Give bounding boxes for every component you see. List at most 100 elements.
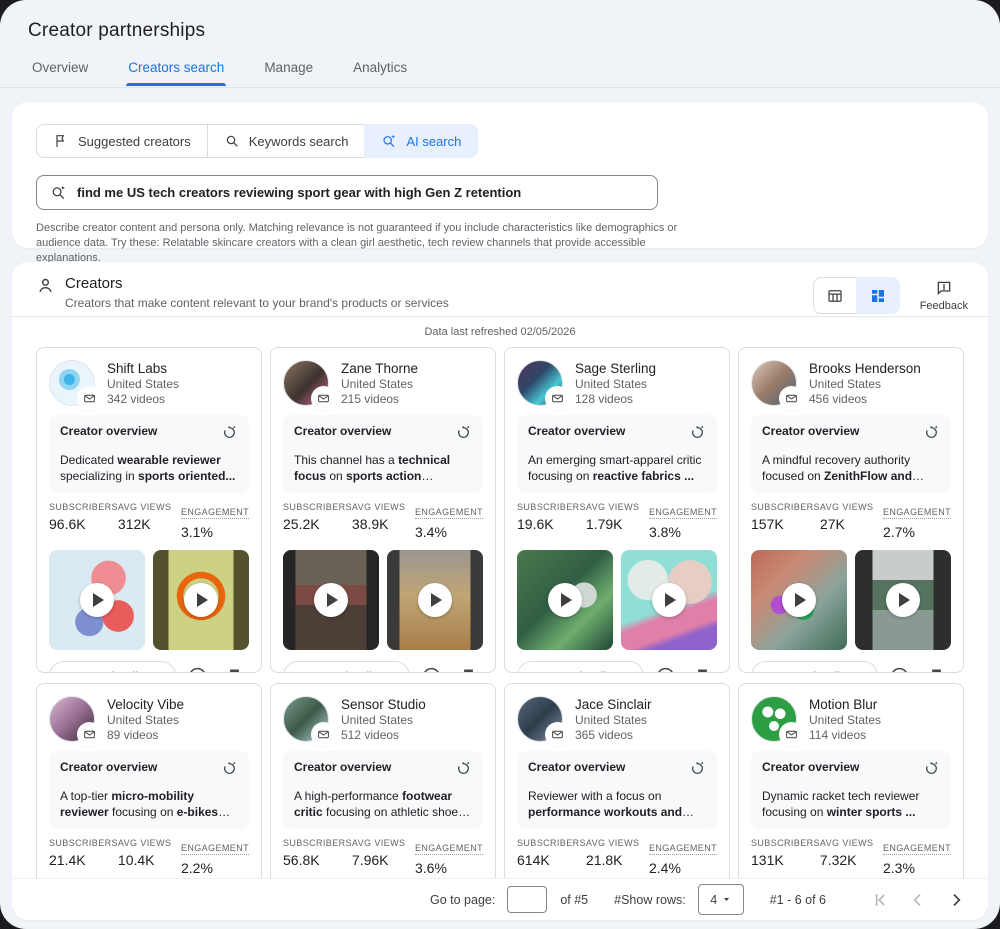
mode-keywords-search[interactable]: Keywords search (207, 124, 366, 158)
video-thumbnail[interactable] (387, 550, 483, 650)
ai-summary-icon[interactable] (221, 760, 238, 782)
overview-title: Creator overview (60, 424, 157, 438)
share-button[interactable] (187, 666, 208, 674)
subscribers-label: SUBSCRIBERS (283, 838, 352, 848)
first-page-button[interactable] (868, 888, 892, 912)
video-thumbnail[interactable] (283, 550, 379, 650)
bookmark-button[interactable] (692, 666, 713, 674)
creator-card: Shift Labs United States 342 videos Crea… (36, 347, 262, 673)
ai-summary-icon[interactable] (689, 760, 706, 782)
avg-views-value: 312K (118, 516, 181, 532)
creators-panel: Creators Creators that make content rele… (12, 262, 988, 920)
tab-analytics[interactable]: Analytics (351, 60, 409, 86)
tab-overview[interactable]: Overview (30, 60, 90, 86)
avatar (49, 696, 95, 742)
table-view-icon (826, 287, 844, 305)
pagination-bar: Go to page: of #5 #Show rows: 4 #1 - 6 o… (12, 878, 988, 920)
subscribers-value: 21.4K (49, 852, 118, 868)
video-thumbnail[interactable] (517, 550, 613, 650)
mode-ai-search[interactable]: AI search (364, 124, 478, 158)
envelope-icon (317, 392, 330, 405)
bookmark-button[interactable] (224, 666, 245, 674)
engagement-value: 3.6% (415, 860, 483, 876)
avg-views-value: 10.4K (118, 852, 181, 868)
data-refreshed-label: Data last refreshed 02/05/2026 (12, 317, 988, 343)
creator-stats: SUBSCRIBERS 56.8K AVG VIEWS 7.96K ENGAGE… (283, 838, 483, 876)
ai-summary-icon[interactable] (923, 424, 940, 446)
overview-text: Reviewer with a focus on performance wor… (528, 788, 706, 820)
creator-overview-box: Creator overview Dynamic racket tech rev… (751, 751, 951, 829)
engagement-value: 2.3% (883, 860, 951, 876)
grid-view-button[interactable] (856, 277, 900, 314)
see-details-button[interactable]: See details (751, 661, 878, 673)
subscribers-value: 25.2K (283, 516, 352, 532)
avatar (751, 696, 797, 742)
avatar (49, 360, 95, 406)
overview-title: Creator overview (762, 424, 859, 438)
share-button[interactable] (421, 666, 442, 674)
see-details-button[interactable]: See details (517, 661, 644, 673)
tab-creators-search[interactable]: Creators search (126, 60, 226, 86)
ai-summary-icon[interactable] (221, 424, 238, 446)
play-icon (314, 583, 348, 617)
message-badge (547, 388, 568, 409)
next-page-button[interactable] (944, 888, 968, 912)
overview-title: Creator overview (60, 760, 157, 774)
header-divider (0, 87, 1000, 88)
see-details-button[interactable]: See details (283, 661, 410, 673)
play-icon (184, 583, 218, 617)
message-badge (547, 724, 568, 745)
message-badge (79, 724, 100, 745)
go-to-page-label: Go to page: (430, 893, 495, 907)
bookmark-button[interactable] (458, 666, 479, 674)
creator-video-count: 89 videos (107, 728, 184, 743)
overview-text: Dynamic racket tech reviewer focusing on… (762, 788, 940, 820)
creator-country: United States (575, 713, 652, 728)
subscribers-value: 96.6K (49, 516, 118, 532)
share-icon (889, 666, 910, 674)
video-thumbnail[interactable] (855, 550, 951, 650)
ai-summary-icon[interactable] (455, 424, 472, 446)
avg-views-value: 38.9K (352, 516, 415, 532)
video-thumbnail[interactable] (49, 550, 145, 650)
feedback-button[interactable]: Feedback (920, 279, 968, 312)
creator-overview-box: Creator overview An emerging smart-appar… (517, 415, 717, 493)
bookmark-button[interactable] (926, 666, 947, 674)
share-button[interactable] (655, 666, 676, 674)
search-input[interactable] (77, 185, 644, 200)
subscribers-value: 19.6K (517, 516, 586, 532)
avatar (517, 360, 563, 406)
tab-manage[interactable]: Manage (262, 60, 315, 86)
overview-title: Creator overview (528, 424, 625, 438)
creator-stats: SUBSCRIBERS 21.4K AVG VIEWS 10.4K ENGAGE… (49, 838, 249, 876)
engagement-value: 2.2% (181, 860, 249, 876)
ai-summary-icon[interactable] (455, 760, 472, 782)
mode-suggested-creators[interactable]: Suggested creators (36, 124, 208, 158)
avg-views-value: 27K (820, 516, 883, 532)
table-view-button[interactable] (813, 277, 857, 314)
envelope-icon (551, 392, 564, 405)
creator-name: Motion Blur (809, 697, 881, 713)
creator-card: Sage Sterling United States 128 videos C… (504, 347, 730, 673)
ai-summary-icon[interactable] (923, 760, 940, 782)
engagement-value: 3.1% (181, 524, 249, 540)
message-badge (313, 388, 334, 409)
go-to-page-input[interactable] (507, 886, 547, 913)
see-details-button[interactable]: See details (49, 661, 176, 673)
creator-stats: SUBSCRIBERS 614K AVG VIEWS 21.8K ENGAGEM… (517, 838, 717, 876)
creator-video-count: 114 videos (809, 728, 881, 743)
ai-summary-icon[interactable] (689, 424, 706, 446)
video-thumbnail[interactable] (751, 550, 847, 650)
rows-per-page-select[interactable]: 4 (698, 884, 744, 915)
creator-name: Jace Sinclair (575, 697, 652, 713)
video-thumbnail[interactable] (153, 550, 249, 650)
previous-page-button[interactable] (906, 888, 930, 912)
avg-views-label: AVG VIEWS (118, 838, 181, 848)
video-thumbnail[interactable] (621, 550, 717, 650)
share-button[interactable] (889, 666, 910, 674)
overview-text: A mindful recovery authority focused on … (762, 452, 940, 484)
creator-video-count: 456 videos (809, 392, 921, 407)
creator-country: United States (107, 713, 184, 728)
avg-views-label: AVG VIEWS (352, 502, 415, 512)
engagement-label: ENGAGEMENT (415, 507, 483, 519)
